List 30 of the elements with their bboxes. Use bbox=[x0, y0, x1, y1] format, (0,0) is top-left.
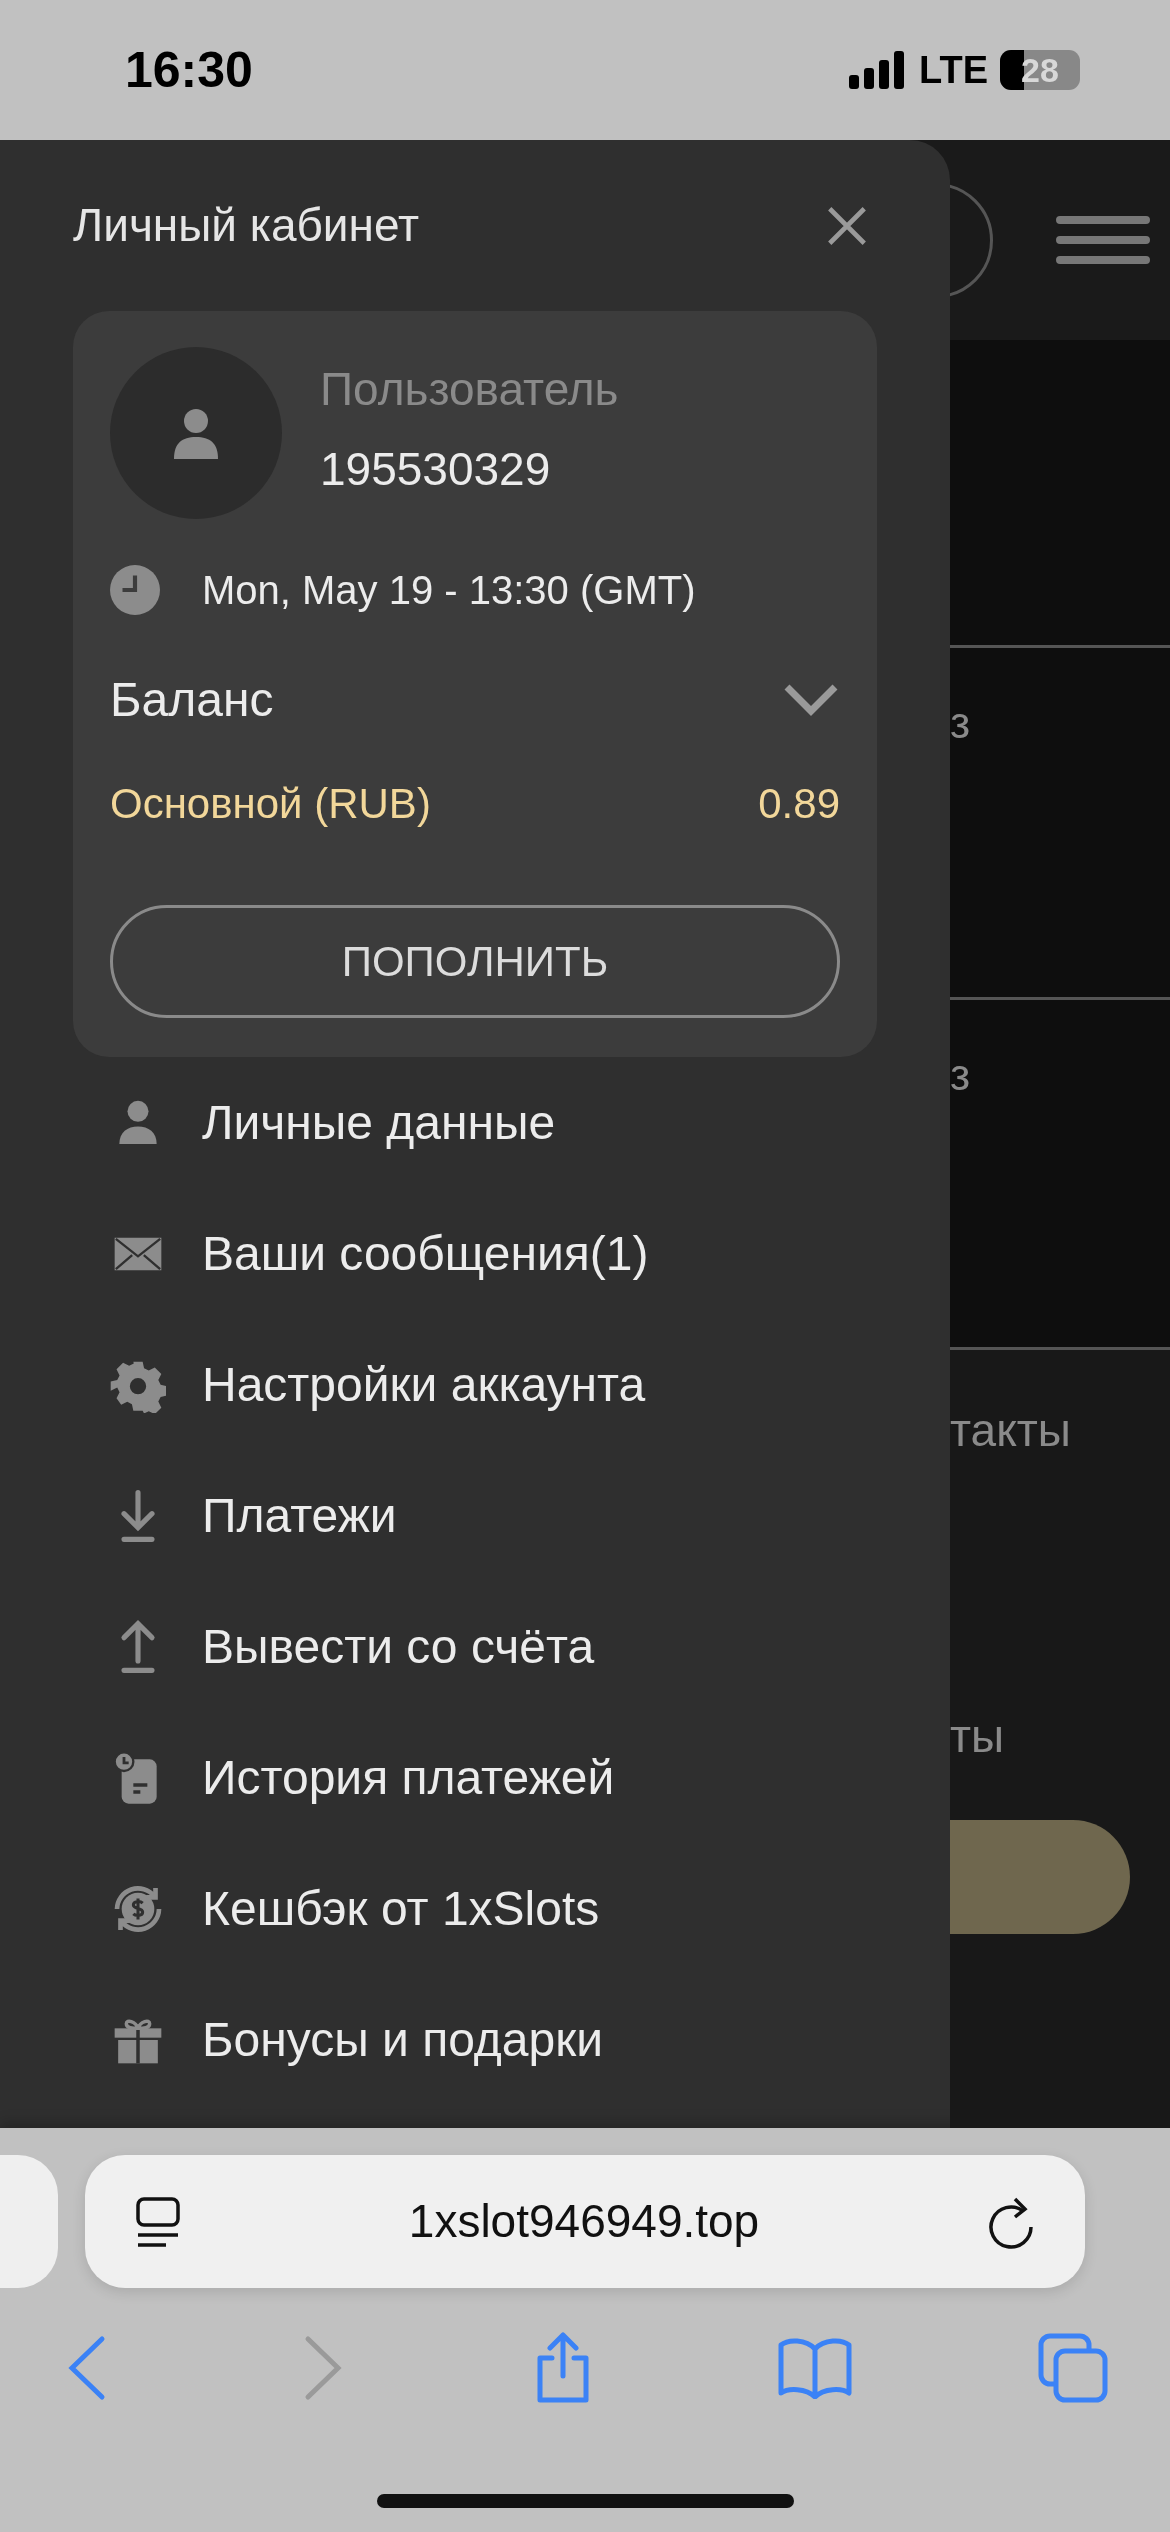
menu-item[interactable]: Настройки аккаунта bbox=[73, 1319, 877, 1450]
account-name: Основной (RUB) bbox=[110, 778, 431, 829]
user-id: 195530329 bbox=[320, 442, 552, 497]
user-role: Пользователь bbox=[320, 362, 619, 417]
balance-label: Баланс bbox=[110, 672, 274, 728]
url-text: 1xslot946949.top bbox=[408, 2194, 760, 2249]
account-amount: 0.89 bbox=[758, 778, 840, 829]
menu-item[interactable]: История платежей bbox=[73, 1712, 877, 1843]
page-button[interactable] bbox=[950, 1820, 1130, 1934]
menu-item[interactable]: Вывести со счёта bbox=[73, 1581, 877, 1712]
menu-item[interactable]: Ваши сообщения(1) bbox=[73, 1188, 877, 1319]
page-menu-icon[interactable] bbox=[135, 2195, 181, 2248]
deposit-button[interactable]: ПОПОЛНИТЬ bbox=[110, 905, 840, 1018]
page-text: такты bbox=[950, 1403, 1072, 1458]
page-text: з bbox=[950, 698, 971, 747]
address-bar[interactable]: 1xslot946949.top bbox=[85, 2155, 1085, 2288]
menu-item[interactable]: Бонусы и подарки bbox=[73, 1974, 877, 2105]
drawer-title: Личный кабинет bbox=[73, 198, 420, 253]
page-text: ты bbox=[950, 1709, 1006, 1764]
menu-item[interactable]: Кешбэк от 1xSlots bbox=[73, 1843, 877, 1974]
page-text: з bbox=[950, 1050, 971, 1099]
tabs-icon[interactable] bbox=[1038, 2333, 1108, 2403]
date-time: Mon, May 19 - 13:30 (GMT) bbox=[202, 567, 696, 614]
menu-item[interactable]: Личные данные bbox=[73, 1057, 877, 1188]
clock-time: 16:30 bbox=[125, 40, 253, 100]
bookmarks-icon[interactable] bbox=[778, 2337, 852, 2399]
menu-icon[interactable] bbox=[1056, 216, 1150, 264]
clock-icon bbox=[110, 565, 160, 615]
network-label: LTE bbox=[919, 47, 988, 93]
menu-item[interactable]: Платежи bbox=[73, 1450, 877, 1581]
